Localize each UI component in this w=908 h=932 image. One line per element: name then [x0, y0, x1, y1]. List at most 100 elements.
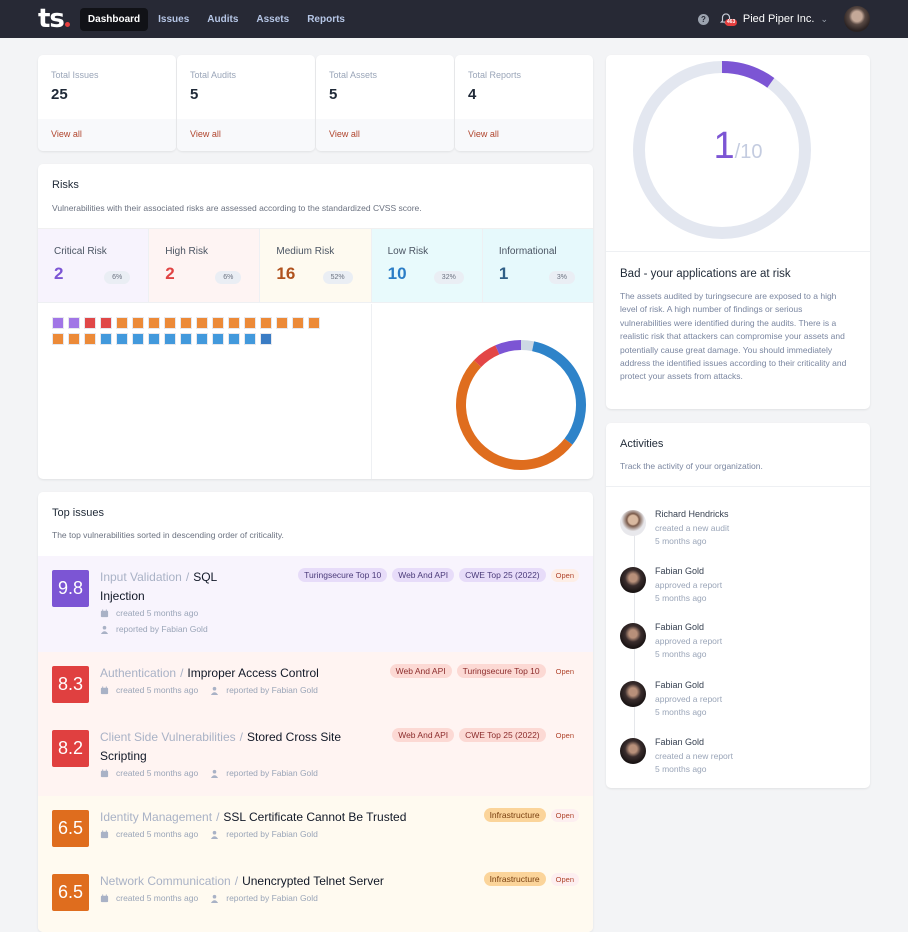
issue-tag[interactable]: Web And API [389, 664, 452, 678]
issue-tag[interactable]: Infrastructure [483, 872, 546, 886]
created-text: created 5 months ago [116, 893, 199, 903]
help-icon[interactable]: ? [697, 13, 709, 25]
issue-title[interactable]: Network Communication / Unencrypted Telnet… [100, 872, 480, 891]
activity-avatar [620, 681, 646, 707]
waffle-square [84, 333, 96, 345]
risk-level-critical-risk[interactable]: Critical Risk 2 6% [38, 229, 150, 302]
donut-slice-low-risk [531, 341, 586, 445]
issue-tags: Infrastructure Open [483, 808, 579, 822]
header-actions: ? 463 Pied Piper Inc. ⌄ [697, 0, 870, 38]
issue-tag[interactable]: Web And API [392, 728, 455, 742]
notifications-button[interactable]: 463 [719, 11, 738, 27]
security-score-card: 1/10 Bad - your applications are at risk… [606, 55, 870, 409]
issue-tag[interactable]: Infrastructure [483, 808, 546, 822]
stat-card-assets: Total Assets 5 View all [316, 55, 454, 151]
risk-level-name: Critical Risk [54, 246, 107, 257]
logo[interactable]: ts [38, 6, 70, 32]
waffle-square [148, 333, 160, 345]
issue-tag[interactable]: CWE Top 25 (2022) [459, 568, 546, 582]
waffle-square [148, 317, 160, 329]
activity-avatar [620, 510, 646, 536]
waffle-square [308, 317, 320, 329]
risk-level-low-risk[interactable]: Low Risk 10 32% [371, 229, 483, 302]
issue-tags: Web And API CWE Top 25 (2022) Open [392, 728, 579, 742]
issue-tag[interactable]: Web And API [392, 568, 455, 582]
issue-category: Identity Management [100, 810, 213, 824]
risks-card: Risks Vulnerabilities with their associa… [38, 164, 593, 479]
waffle-square [212, 333, 224, 345]
view-all-link[interactable]: View all [51, 129, 82, 139]
stat-footer: View all [455, 119, 593, 151]
waffle-square [196, 317, 208, 329]
issue-row[interactable]: 8.3 Authentication / Improper Access Contro… [38, 652, 593, 716]
user-icon [210, 894, 219, 903]
issue-meta: created 5 months ago reported by Fabian G… [100, 829, 318, 839]
issue-name: Improper Access Control [187, 666, 319, 680]
issue-row[interactable]: 6.5 Identity Management / SSL Certificate C… [38, 796, 593, 860]
cvss-score: 8.2 [52, 730, 89, 767]
risk-level-percent: 3% [548, 271, 576, 284]
view-all-link[interactable]: View all [468, 129, 499, 139]
calendar-icon [100, 685, 109, 695]
divider [606, 486, 870, 487]
waffle-square [100, 333, 112, 345]
risk-level-high-risk[interactable]: High Risk 2 6% [149, 229, 261, 302]
issue-row[interactable]: 6.5 Network Communication / Unencrypted Tel… [38, 860, 593, 932]
issue-tag[interactable]: Turingsecure Top 10 [456, 664, 546, 678]
calendar-icon [100, 829, 109, 839]
stat-value: 25 [51, 86, 68, 103]
top-issues-title: Top issues [52, 507, 104, 519]
waffle-square [52, 333, 64, 345]
donut-slice-informational [520, 340, 535, 352]
divider [371, 304, 372, 479]
separator: / [216, 810, 220, 824]
user-avatar[interactable] [844, 6, 870, 32]
user-icon [100, 625, 109, 634]
issue-title[interactable]: Client Side Vulnerabilities / Stored Cross… [100, 728, 370, 766]
issue-row[interactable]: 8.2 Client Side Vulnerabilities / Stored Cr… [38, 716, 593, 796]
issue-status-badge: Open [550, 728, 579, 742]
score-readout: 1/10 [606, 125, 870, 168]
view-all-link[interactable]: View all [190, 129, 221, 139]
cvss-score: 8.3 [52, 666, 89, 703]
risk-summary: Critical Risk 2 6% High Risk 2 6% Medium Risk 1… [38, 228, 593, 303]
waffle-square [260, 333, 272, 345]
activity-item: Fabian Gold created a new report 5 months … [620, 737, 860, 782]
issue-tag[interactable]: CWE Top 25 (2022) [459, 728, 546, 742]
user-icon [210, 830, 219, 839]
cvss-score: 6.5 [52, 874, 89, 911]
risk-level-medium-risk[interactable]: Medium Risk 16 52% [260, 229, 372, 302]
stat-card-reports: Total Reports 4 View all [455, 55, 593, 151]
activities-card: Activities Track the activity of your or… [606, 423, 870, 788]
nav-issues[interactable]: Issues [150, 8, 197, 31]
risk-level-percent: 52% [322, 271, 353, 284]
org-switcher[interactable]: Pied Piper Inc. [743, 13, 815, 25]
nav-assets[interactable]: Assets [248, 8, 297, 31]
issue-row[interactable]: 9.8 Input Validation / SQL Injection created… [38, 556, 593, 652]
waffle-square [116, 333, 128, 345]
main-nav: Dashboard Issues Audits Assets Reports [79, 7, 353, 31]
risk-level-informational[interactable]: Informational 1 3% [482, 229, 593, 302]
created-text: created 5 months ago [116, 768, 199, 778]
risks-subtitle: Vulnerabilities with their associated ri… [52, 203, 422, 213]
waffle-square [292, 317, 304, 329]
nav-dashboard[interactable]: Dashboard [79, 7, 149, 31]
issue-title[interactable]: Identity Management / SSL Certificate Cann… [100, 808, 480, 827]
user-icon [210, 769, 219, 778]
view-all-link[interactable]: View all [329, 129, 360, 139]
nav-reports[interactable]: Reports [299, 8, 353, 31]
risk-level-count: 2 [54, 264, 64, 283]
risk-donut-chart [456, 340, 586, 470]
separator: / [185, 570, 190, 584]
top-issues-subtitle: The top vulnerabilities sorted in descen… [52, 530, 284, 540]
chevron-down-icon[interactable]: ⌄ [820, 14, 828, 25]
issue-tag[interactable]: Turingsecure Top 10 [298, 568, 388, 582]
issue-title[interactable]: Input Validation / SQL Injection [100, 568, 240, 606]
risk-level-percent: 6% [215, 271, 242, 284]
user-icon [210, 686, 219, 695]
nav-audits[interactable]: Audits [199, 8, 246, 31]
reporter-text: reported by Fabian Gold [226, 829, 318, 839]
calendar-icon [100, 608, 109, 618]
risk-level-count: 10 [387, 264, 407, 283]
stat-label: Total Assets [329, 70, 378, 80]
